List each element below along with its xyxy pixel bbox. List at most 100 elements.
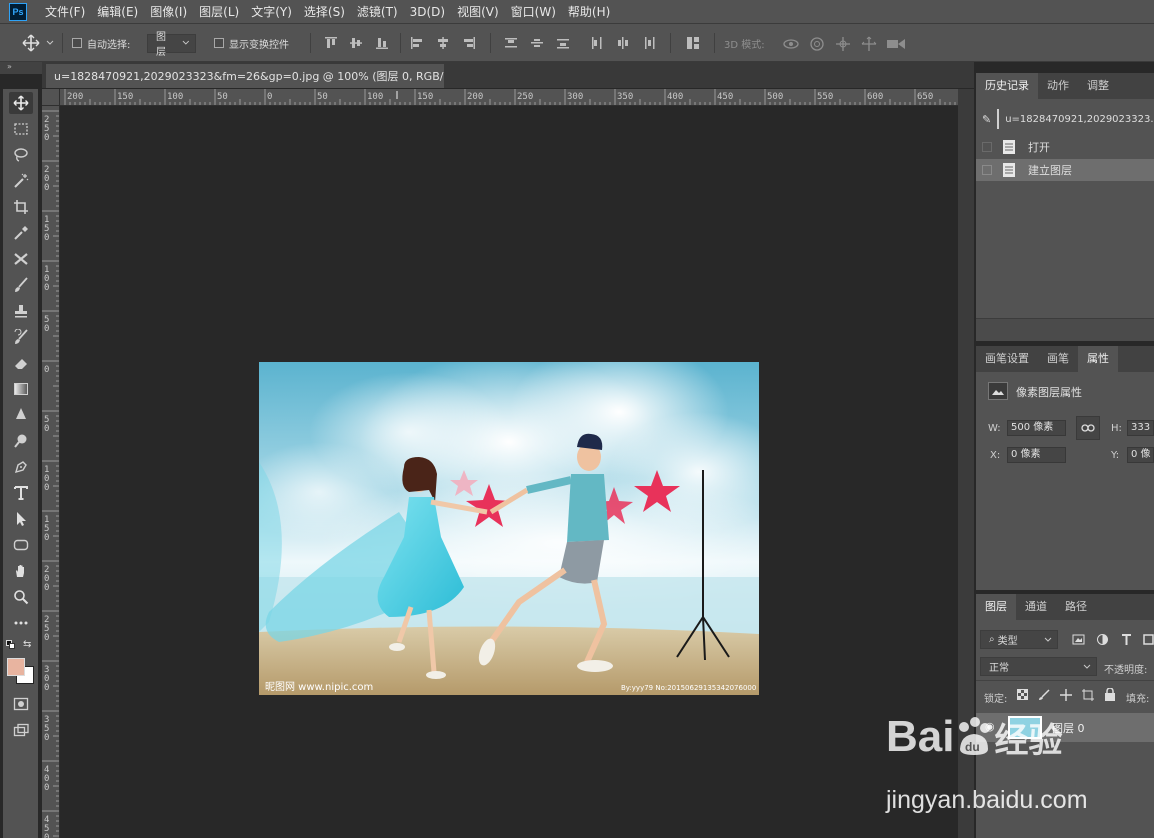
menu-view[interactable]: 视图(V): [451, 0, 505, 24]
menu-filter[interactable]: 滤镜(T): [351, 0, 404, 24]
menu-select[interactable]: 选择(S): [298, 0, 351, 24]
y-field[interactable]: 0 像: [1127, 447, 1154, 463]
tab-actions[interactable]: 动作: [1038, 73, 1078, 99]
distribute-bottom-icon[interactable]: [556, 36, 570, 50]
3d-camera-icon[interactable]: [886, 36, 906, 52]
align-right-icon[interactable]: [462, 36, 476, 50]
search-icon: ⌕: [989, 634, 995, 645]
distribute-vcenter-icon[interactable]: [530, 36, 544, 50]
path-selection-tool[interactable]: [9, 508, 33, 530]
history-source-checkbox[interactable]: [982, 165, 992, 175]
distribute-left-icon[interactable]: [590, 36, 604, 50]
type-tool[interactable]: [9, 482, 33, 504]
more-tools[interactable]: [9, 612, 33, 634]
menu-3d[interactable]: 3D(D): [404, 0, 451, 24]
shape-tool[interactable]: [9, 534, 33, 556]
tab-channels[interactable]: 通道: [1016, 594, 1056, 620]
menu-type[interactable]: 文字(Y): [245, 0, 298, 24]
vertical-ruler[interactable]: 2502001501005005010015020025030035040045…: [42, 106, 60, 838]
brush-tool[interactable]: [9, 274, 33, 296]
align-hcenter-icon[interactable]: [436, 36, 450, 50]
magic-wand-tool[interactable]: [9, 170, 33, 192]
distribute-top-icon[interactable]: [504, 36, 518, 50]
pen-tool[interactable]: [9, 456, 33, 478]
swap-colors-icon[interactable]: ⇆: [23, 639, 31, 650]
tab-brush-settings[interactable]: 画笔设置: [976, 346, 1038, 372]
history-item-selected[interactable]: 建立图层: [976, 159, 1154, 181]
move-tool-preset[interactable]: [22, 24, 55, 62]
distribute-right-icon[interactable]: [642, 36, 656, 50]
height-field[interactable]: 333 像: [1127, 420, 1154, 436]
link-dimensions-button[interactable]: [1076, 416, 1100, 440]
align-vcenter-icon[interactable]: [349, 36, 363, 50]
crop-tool[interactable]: [9, 196, 33, 218]
blend-mode-dropdown[interactable]: 正常: [980, 657, 1097, 676]
filter-adjustment-icon[interactable]: [1096, 633, 1109, 646]
filter-type-icon[interactable]: [1120, 633, 1133, 646]
lock-artboard-icon[interactable]: [1082, 689, 1094, 701]
screen-mode-tool[interactable]: [9, 719, 33, 741]
3d-rotate-icon[interactable]: [782, 36, 800, 52]
collapse-arrows-icon[interactable]: »: [7, 62, 12, 71]
horizontal-ruler[interactable]: 200 150 100 50 0 50 100 150 200 250 300 350 400 450 50…: [60, 89, 958, 106]
x-field[interactable]: 0 像素: [1007, 447, 1066, 463]
quick-mask-tool[interactable]: [9, 693, 33, 715]
show-transform-checkbox[interactable]: [214, 38, 224, 48]
lock-pixels-icon[interactable]: [1038, 689, 1050, 701]
history-brush-tool[interactable]: [9, 326, 33, 348]
menu-layer[interactable]: 图层(L): [193, 0, 245, 24]
history-item[interactable]: 打开: [976, 136, 1154, 158]
3d-roll-icon[interactable]: [808, 36, 826, 52]
menu-window[interactable]: 窗口(W): [505, 0, 562, 24]
tab-paths[interactable]: 路径: [1056, 594, 1096, 620]
eraser-tool[interactable]: [9, 352, 33, 374]
layer-filter-dropdown[interactable]: ⌕ 类型: [980, 630, 1058, 649]
document-tab-title: u=1828470921,2029023323&fm=26&gp=0.jpg @…: [54, 70, 444, 83]
foreground-color-swatch[interactable]: [7, 658, 25, 676]
marquee-tool[interactable]: [9, 118, 33, 140]
move-tool[interactable]: [9, 92, 33, 114]
clone-stamp-tool[interactable]: [9, 300, 33, 322]
default-colors-icon[interactable]: [6, 640, 16, 650]
tab-adjustments[interactable]: 调整: [1078, 73, 1118, 99]
tab-history[interactable]: 历史记录: [976, 73, 1038, 99]
filter-pixel-icon[interactable]: [1072, 633, 1085, 646]
blur-tool[interactable]: [9, 404, 33, 426]
auto-select-checkbox[interactable]: [72, 38, 82, 48]
photoshop-logo: Ps: [9, 2, 27, 21]
3d-pan-icon[interactable]: [834, 36, 852, 52]
align-left-icon[interactable]: [410, 36, 424, 50]
menu-edit[interactable]: 编辑(E): [91, 0, 144, 24]
tab-layers[interactable]: 图层: [976, 594, 1016, 620]
3d-slide-icon[interactable]: [860, 36, 878, 52]
height-label: H:: [1111, 423, 1122, 434]
hand-tool[interactable]: [9, 560, 33, 582]
zoom-tool[interactable]: [9, 586, 33, 608]
document-image[interactable]: 昵图网 www.nipic.com By:yyy79 No:2015062913…: [259, 362, 759, 695]
healing-brush-tool[interactable]: [9, 248, 33, 270]
align-top-icon[interactable]: [324, 36, 338, 50]
ruler-origin[interactable]: [42, 89, 60, 106]
auto-align-icon[interactable]: [686, 36, 700, 50]
lock-position-icon[interactable]: [1060, 689, 1072, 701]
menu-file[interactable]: 文件(F): [39, 0, 91, 24]
tab-brushes[interactable]: 画笔: [1038, 346, 1078, 372]
width-field[interactable]: 500 像素: [1007, 420, 1066, 436]
lasso-tool[interactable]: [9, 144, 33, 166]
menu-help[interactable]: 帮助(H): [562, 0, 616, 24]
history-snapshot[interactable]: ✎ u=1828470921,2029023323...: [976, 106, 1154, 132]
distribute-hcenter-icon[interactable]: [616, 36, 630, 50]
history-source-checkbox[interactable]: [982, 142, 992, 152]
document-tab[interactable]: u=1828470921,2029023323&fm=26&gp=0.jpg @…: [46, 64, 444, 88]
eyedropper-tool[interactable]: [9, 222, 33, 244]
gradient-tool[interactable]: [9, 378, 33, 400]
vertical-ruler-label: 0: [44, 324, 49, 334]
menu-image[interactable]: 图像(I): [144, 0, 193, 24]
lock-transparent-icon[interactable]: [1017, 689, 1028, 700]
filter-shape-icon[interactable]: [1142, 633, 1154, 646]
auto-select-dropdown[interactable]: 图层: [147, 32, 196, 58]
dodge-tool[interactable]: [9, 430, 33, 452]
tab-properties[interactable]: 属性: [1078, 346, 1118, 372]
align-bottom-icon[interactable]: [375, 36, 389, 50]
lock-all-icon[interactable]: [1104, 688, 1116, 701]
